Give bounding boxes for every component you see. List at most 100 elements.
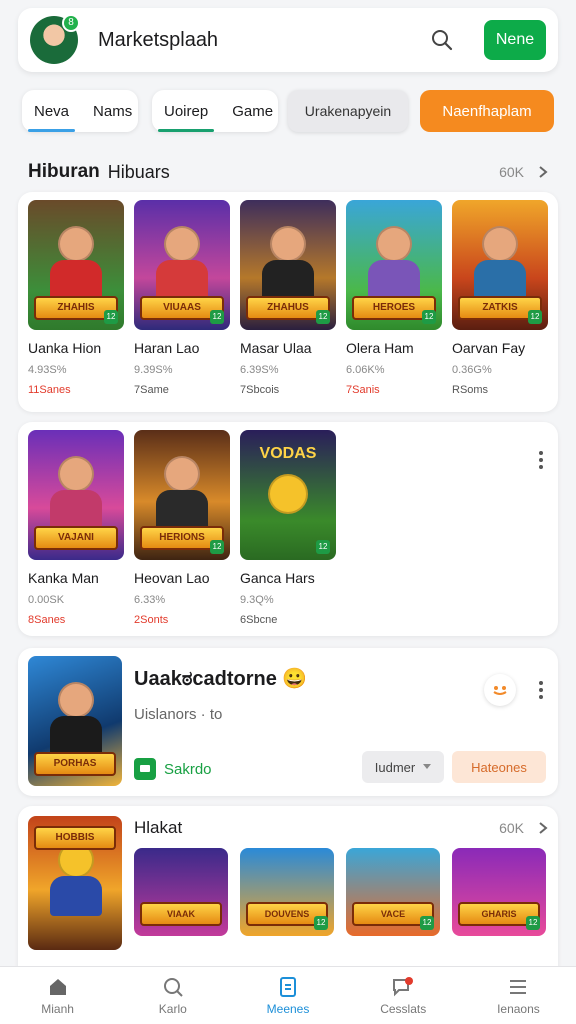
character-face (58, 456, 94, 492)
featured-subtitle: Uislanors · to (134, 706, 223, 723)
chat-icon (393, 976, 414, 996)
chip-neva[interactable]: Neva (22, 90, 81, 132)
character-face (164, 456, 200, 492)
chip-naenfhaplam[interactable]: Naenfhaplam (420, 90, 554, 132)
dropdown-label: Iudmer (374, 759, 416, 775)
sort-dropdown[interactable]: Iudmer (362, 751, 444, 783)
game-name: Uanka Hion (28, 340, 102, 356)
game-thumbnail[interactable]: GHARIS 12 (452, 848, 546, 936)
more-options-button[interactable] (531, 446, 551, 474)
dot (539, 695, 543, 699)
platform-badge: 12 (420, 916, 434, 930)
search-icon (432, 30, 453, 51)
platform-badge: 12 (210, 310, 224, 324)
nav-item-chat[interactable]: Cesslats (346, 967, 461, 1024)
platform-badge: 12 (316, 540, 330, 554)
platform-badge: 12 (528, 310, 542, 324)
platform-badge: 12 (314, 916, 328, 930)
dot (539, 688, 543, 692)
more-options-button[interactable] (531, 676, 551, 704)
section-header: Hiburan Hibuars 60K (28, 158, 548, 186)
app-icon (134, 758, 156, 780)
game-card[interactable]: HEROES 12 Olera Ham 6.06K% 7Sanis (346, 200, 442, 396)
nav-item-search[interactable]: Karlo (115, 967, 230, 1024)
platform-badge: 12 (104, 310, 118, 324)
character-body (368, 260, 420, 300)
game-thumbnail: ZHAHUS 12 (240, 200, 336, 330)
nav-label: Karlo (158, 1001, 187, 1016)
game-saves: 11Sanes (28, 384, 71, 396)
game-card[interactable]: ZHAHUS 12 Masar Ulaa 6.39S% 7Sbcois (240, 200, 336, 396)
game-rating: 4.93S% (28, 364, 67, 376)
see-more-count: 60K (499, 164, 524, 180)
featured-app-link[interactable]: Sakrdo (134, 758, 212, 780)
chevron-right-icon (539, 822, 548, 834)
game-saves: 8Sanes (28, 614, 66, 626)
game-rating: 0.36G% (452, 364, 492, 376)
game-saves: 2Sonts (134, 614, 169, 626)
featured-title: Uaakಠcadtorne 😀 (134, 668, 308, 690)
game-card[interactable]: VIUAAS 12 Haran Lao 9.39S% 7Same (134, 200, 230, 396)
game-saves: 7Sanis (346, 384, 380, 396)
character-face (58, 682, 94, 718)
search-icon (163, 977, 183, 997)
dot (539, 458, 543, 462)
app-screen: 8 Marketsplaah Nene Neva Nams Uoirep Gam… (0, 0, 576, 1024)
chip-urakenapyein[interactable]: Urakenapyein (288, 90, 408, 132)
game-thumbnail[interactable]: HOBBIS (28, 816, 122, 950)
character-body (50, 260, 102, 300)
featured-action-button[interactable]: Hateones (452, 751, 546, 783)
game-card[interactable]: VODAS 12 Ganca Hars 9.3Q% 6Sbcne (240, 430, 336, 626)
search-button[interactable] (422, 20, 462, 60)
see-more-link[interactable]: 60K (499, 164, 548, 180)
game-name: Olera Ham (346, 340, 414, 356)
game-name: Haran Lao (134, 340, 200, 356)
game-thumbnail[interactable]: DOUVENS 12 (240, 848, 334, 936)
game-thumbnail: VODAS 12 (240, 430, 336, 560)
nav-item-home[interactable]: Mianh (0, 967, 115, 1024)
character-face (58, 226, 94, 262)
see-more-link[interactable]: 60K (499, 820, 548, 836)
section-subtitle: Hibuars (107, 161, 170, 182)
nav-item-menu[interactable]: Ienaons (461, 967, 576, 1024)
game-saves: 7Same (134, 384, 169, 396)
game-rating: 6.39S% (240, 364, 279, 376)
character-body (156, 490, 208, 530)
game-thumbnail[interactable]: VIAAK (134, 848, 228, 936)
chip-group-1: Neva Nams (22, 90, 138, 132)
game-thumbnail[interactable]: VACE 12 (346, 848, 440, 936)
avatar[interactable]: 8 (30, 14, 80, 64)
chip-nams[interactable]: Nams (81, 90, 144, 132)
game-card[interactable]: HERIONS 12 Heovan Lao 6.33% 2Sonts (134, 430, 230, 626)
dot (539, 451, 543, 455)
game-name: Heovan Lao (134, 570, 210, 586)
game-card[interactable]: ZHAHIS 12 Uanka Hion 4.93S% 11Sanes (28, 200, 124, 396)
character-body (262, 260, 314, 300)
chip-uoirep[interactable]: Uoirep (152, 90, 220, 132)
game-card[interactable]: ZATKIS 12 Oarvan Fay 0.36G% RSoms (452, 200, 548, 396)
chevron-down-icon (423, 764, 432, 769)
character-face (164, 226, 200, 262)
primary-action-button[interactable]: Nene (484, 20, 546, 60)
platform-badge: 12 (526, 916, 540, 930)
platform-badge: 12 (422, 310, 436, 324)
game-name: Kanka Man (28, 570, 99, 586)
chip-game[interactable]: Game (220, 90, 285, 132)
game-card[interactable]: VAJANI Kanka Man 0.00SK 8Sanes (28, 430, 124, 626)
game-rating: 0.00SK (28, 594, 65, 606)
nav-label: Ienaons (497, 1001, 540, 1016)
thumbnail-art: PORHAS (28, 656, 122, 786)
nav-item-document[interactable]: Meenes (230, 967, 345, 1024)
reaction-button[interactable] (484, 674, 516, 706)
filter-chips: Neva Nams Uoirep Game Urakenapyein Naenf… (22, 90, 554, 134)
game-saves: RSoms (452, 384, 489, 396)
game-logo: PORHAS (34, 752, 116, 776)
character-body (50, 876, 102, 916)
game-name: Masar Ulaa (240, 340, 312, 356)
game-thumbnail: ZHAHIS 12 (28, 200, 124, 330)
game-rating: 9.39S% (134, 364, 173, 376)
game-saves: 7Sbcois (240, 384, 280, 396)
section-title: Hiburan (28, 161, 100, 182)
nav-label: Cesslats (380, 1001, 427, 1016)
platform-badge: 12 (316, 310, 330, 324)
